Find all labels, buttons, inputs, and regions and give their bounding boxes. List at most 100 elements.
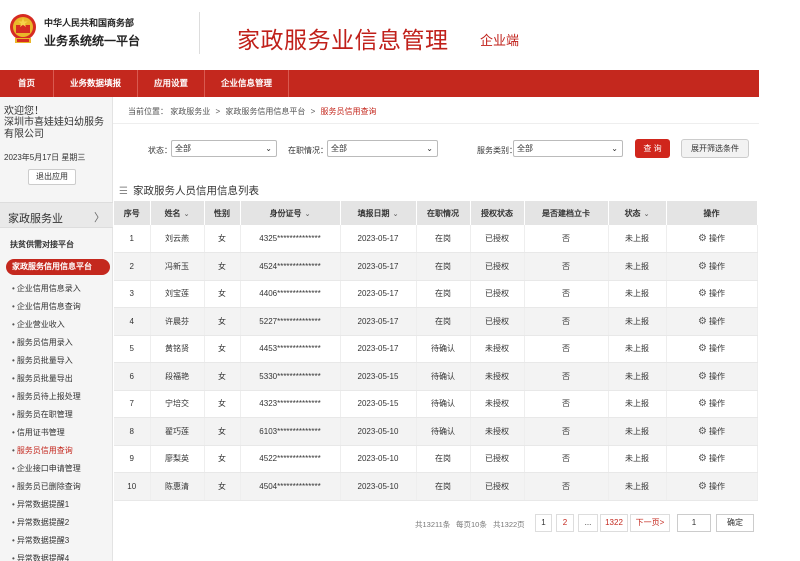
table-cell-col-id-number: 4522************** (240, 445, 341, 473)
employment-select[interactable]: 全部 ⌄ (327, 140, 438, 157)
row-action-button[interactable]: ⚙ 操作 (698, 260, 725, 272)
sidebar-subitem-label: 异常数据提醒2 (16, 518, 70, 527)
table-cell-col-index: 5 (114, 335, 151, 363)
employment-filter-label: 在职情况： (288, 146, 328, 155)
sidebar-subitem[interactable]: • 异常数据提醒1 (12, 496, 112, 514)
table-cell-col-index: 2 (114, 252, 151, 281)
sidebar-item-credit-platform[interactable]: 家政服务信用信息平台 (6, 259, 110, 275)
sort-icon: ⌄ (643, 210, 650, 218)
org-name-line2: 业务系统统一平台 (44, 34, 141, 48)
table-cell-col-actions: ⚙ 操作 (666, 335, 758, 363)
header-col-name[interactable]: 姓名 ⌄ (150, 201, 205, 225)
chevron-down-icon: ⌄ (265, 144, 272, 153)
table-body: 1 刘云燕女 4325************** 2023-05-17 在岗 已授权否未… (114, 225, 758, 501)
header-label: 身份证号 (269, 208, 302, 218)
sidebar-item-poverty-platform[interactable]: 扶贫供需对接平台 (10, 239, 74, 250)
row-action-label: 操作 (708, 234, 725, 243)
bullet-icon: • (12, 392, 15, 401)
table-cell-col-status: 未上报 (608, 472, 667, 501)
table-cell-col-name: 廖梨英 (150, 445, 205, 473)
header-col-index: 序号 (114, 201, 151, 225)
header-col-status[interactable]: 状态 ⌄ (608, 201, 667, 225)
page-jump-confirm-button[interactable]: 确定 (716, 514, 754, 532)
header-col-report-date[interactable]: 填报日期 ⌄ (340, 201, 417, 225)
gear-icon: ⚙ (698, 260, 707, 272)
sidebar-subitem[interactable]: • 异常数据提醒3 (12, 532, 112, 550)
table-row: 9 廖梨英女 4522************** 2023-05-10 在岗 已授权否未… (114, 445, 758, 473)
breadcrumb-level2[interactable]: 家政服务信用信息平台 (225, 107, 305, 116)
nav-business-data[interactable]: 业务数据填报 (54, 70, 139, 97)
sidebar-subitem-label: 服务员批量导出 (16, 374, 73, 383)
sidebar-section-header[interactable]: 家政服务业 〉 (0, 202, 113, 228)
row-action-button[interactable]: ⚙ 操作 (698, 426, 725, 437)
row-action-label: 操作 (708, 481, 725, 491)
table-cell-col-index: 1 (114, 225, 151, 253)
sidebar-subitem[interactable]: • 异常数据提醒2 (12, 514, 112, 532)
breadcrumb-current: 服务员信用查询 (320, 107, 377, 116)
sidebar-subitem[interactable]: • 服务员信用查询 (12, 442, 112, 460)
table-cell-col-id-number: 4524************** (240, 252, 341, 281)
row-action-button[interactable]: ⚙ 操作 (698, 343, 725, 354)
sidebar-subitem-label: 异常数据提醒4 (16, 554, 70, 561)
expand-filters-button[interactable]: 展开筛选条件 (681, 139, 749, 158)
page-2-button[interactable]: 2 (556, 514, 574, 532)
sidebar-subitem[interactable]: • 企业接口申请管理 (12, 460, 112, 478)
sidebar-subitem[interactable]: • 服务员信用录入 (12, 334, 112, 352)
app-title: 家政服务业信息管理 (237, 27, 449, 53)
sidebar-subitem[interactable]: • 服务员待上报处理 (12, 388, 112, 406)
chevron-down-icon: ⌄ (611, 144, 618, 153)
sidebar-subitem[interactable]: • 企业信用信息查询 (12, 298, 112, 316)
header-col-employment: 在职情况 (416, 201, 471, 225)
table-row: 1 刘云燕女 4325************** 2023-05-17 在岗 已授权否未… (114, 225, 758, 253)
status-select[interactable]: 全部 ⌄ (171, 140, 277, 157)
pagination: 共13211条 每页10条 共1322页 1 2 ... 1322 下一页> 1… (405, 514, 755, 532)
page-jump-input[interactable]: 1 (677, 514, 711, 532)
row-action-button[interactable]: ⚙ 操作 (698, 288, 725, 299)
sidebar-subitem[interactable]: • 信用证书管理 (12, 424, 112, 442)
category-select[interactable]: 全部 ⌄ (513, 140, 623, 157)
table-cell-col-index: 9 (114, 445, 151, 473)
sidebar-subitem-label: 信用证书管理 (16, 428, 65, 437)
table-cell-col-auth-status: 已授权 (470, 252, 525, 281)
breadcrumb-level1[interactable]: 家政服务业 (170, 107, 210, 116)
sidebar-subitem[interactable]: • 企业营业收入 (12, 316, 112, 334)
sidebar-subitem-label: 异常数据提醒3 (16, 536, 70, 545)
row-action-button[interactable]: ⚙ 操作 (698, 453, 725, 464)
table-cell-col-gender: 女 (204, 445, 241, 473)
nav-app-settings[interactable]: 应用设置 (138, 70, 206, 97)
last-page-button[interactable]: 1322 (600, 514, 628, 532)
page-1-button[interactable]: 1 (535, 514, 552, 532)
sort-icon: ⌄ (183, 210, 190, 218)
sidebar: 欢迎您！ 深圳市喜娃娃妇幼服务有限公司 2023年5月17日 星期三 退出应用 … (0, 97, 113, 561)
header-label: 在职情况 (427, 208, 459, 218)
row-action-button[interactable]: ⚙ 操作 (698, 233, 725, 244)
table-row: 4 许晨芬女 5227************** 2023-05-17 在岗 已授权否未… (114, 307, 758, 336)
table-row: 8 翟巧莲女 6103************** 2023-05-10 待确认 未授权否… (114, 417, 758, 446)
app-header: 中华人民共和国商务部 业务系统统一平台 家政服务业信息管理 企业端 (0, 0, 800, 70)
nav-home[interactable]: 首页 (0, 70, 55, 97)
table-cell-col-auth-status: 已授权 (470, 307, 525, 336)
sidebar-subitem[interactable]: • 服务员已删除查询 (12, 478, 112, 496)
sidebar-subitem[interactable]: • 服务员批量导入 (12, 352, 112, 370)
chevron-right-icon: 〉 (94, 212, 105, 224)
sidebar-subitem-label: 服务员待上报处理 (16, 392, 81, 401)
current-date: 2023年5月17日 星期三 (4, 153, 86, 162)
row-action-button[interactable]: ⚙ 操作 (698, 398, 725, 409)
bullet-icon: • (12, 536, 15, 545)
sidebar-subitem[interactable]: • 企业信用信息录入 (12, 280, 112, 298)
sidebar-subitem[interactable]: • 服务员在职管理 (12, 406, 112, 424)
nav-company-info[interactable]: 企业信息管理 (205, 70, 290, 97)
row-action-button[interactable]: ⚙ 操作 (698, 371, 725, 382)
query-button[interactable]: 查 询 (635, 139, 670, 158)
table-cell-col-poverty-file: 否 (524, 307, 609, 336)
status-select-value: 全部 (175, 144, 191, 153)
row-action-button[interactable]: ⚙ 操作 (698, 316, 725, 327)
sidebar-subitem[interactable]: • 异常数据提醒4 (12, 550, 112, 561)
logout-button[interactable]: 退出应用 (28, 169, 76, 185)
next-page-button[interactable]: 下一页> (630, 514, 670, 532)
row-action-button[interactable]: ⚙ 操作 (698, 481, 725, 492)
table-cell-col-auth-status: 已授权 (470, 445, 525, 473)
sidebar-subitem[interactable]: • 服务员批量导出 (12, 370, 112, 388)
header-col-id-number[interactable]: 身份证号 ⌄ (240, 201, 341, 225)
table-cell-col-employment: 在岗 (416, 225, 471, 253)
